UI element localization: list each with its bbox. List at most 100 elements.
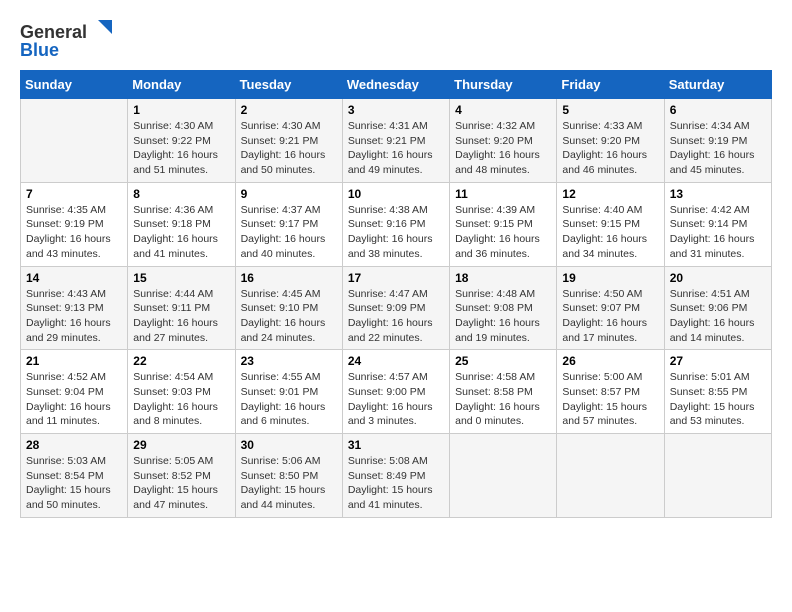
calendar-week-row: 1 Sunrise: 4:30 AMSunset: 9:22 PMDaylight… <box>21 99 772 183</box>
day-info: Sunrise: 4:42 AMSunset: 9:14 PMDaylight:… <box>670 203 766 262</box>
svg-text:Blue: Blue <box>20 40 59 60</box>
weekday-header-saturday: Saturday <box>664 71 771 99</box>
day-info: Sunrise: 4:54 AMSunset: 9:03 PMDaylight:… <box>133 370 229 429</box>
calendar-cell: 19 Sunrise: 4:50 AMSunset: 9:07 PMDayligh… <box>557 266 664 350</box>
day-info: Sunrise: 4:33 AMSunset: 9:20 PMDaylight:… <box>562 119 658 178</box>
day-number: 31 <box>348 438 444 452</box>
calendar-table: SundayMondayTuesdayWednesdayThursdayFrid… <box>20 70 772 518</box>
day-info: Sunrise: 4:50 AMSunset: 9:07 PMDaylight:… <box>562 287 658 346</box>
calendar-cell: 5 Sunrise: 4:33 AMSunset: 9:20 PMDaylight… <box>557 99 664 183</box>
day-info: Sunrise: 4:38 AMSunset: 9:16 PMDaylight:… <box>348 203 444 262</box>
day-number: 5 <box>562 103 658 117</box>
day-number: 6 <box>670 103 766 117</box>
day-number: 3 <box>348 103 444 117</box>
calendar-cell <box>21 99 128 183</box>
day-number: 14 <box>26 271 122 285</box>
calendar-cell: 27 Sunrise: 5:01 AMSunset: 8:55 PMDayligh… <box>664 350 771 434</box>
day-number: 2 <box>241 103 337 117</box>
day-number: 7 <box>26 187 122 201</box>
day-info: Sunrise: 4:30 AMSunset: 9:22 PMDaylight:… <box>133 119 229 178</box>
day-info: Sunrise: 5:06 AMSunset: 8:50 PMDaylight:… <box>241 454 337 513</box>
calendar-cell: 12Sunrise: 4:40 AMSunset: 9:15 PMDayligh… <box>557 182 664 266</box>
day-info: Sunrise: 4:39 AMSunset: 9:15 PMDaylight:… <box>455 203 551 262</box>
day-info: Sunrise: 4:35 AMSunset: 9:19 PMDaylight:… <box>26 203 122 262</box>
day-number: 1 <box>133 103 229 117</box>
weekday-header-thursday: Thursday <box>450 71 557 99</box>
calendar-cell: 7 Sunrise: 4:35 AMSunset: 9:19 PMDaylight… <box>21 182 128 266</box>
calendar-cell: 23 Sunrise: 4:55 AMSunset: 9:01 PMDayligh… <box>235 350 342 434</box>
calendar-cell: 28 Sunrise: 5:03 AMSunset: 8:54 PMDayligh… <box>21 434 128 518</box>
day-number: 9 <box>241 187 337 201</box>
day-number: 18 <box>455 271 551 285</box>
weekday-header-tuesday: Tuesday <box>235 71 342 99</box>
calendar-cell <box>450 434 557 518</box>
day-number: 15 <box>133 271 229 285</box>
calendar-week-row: 21 Sunrise: 4:52 AMSunset: 9:04 PMDayligh… <box>21 350 772 434</box>
day-info: Sunrise: 4:47 AMSunset: 9:09 PMDaylight:… <box>348 287 444 346</box>
calendar-cell: 24 Sunrise: 4:57 AMSunset: 9:00 PMDayligh… <box>342 350 449 434</box>
calendar-cell: 14 Sunrise: 4:43 AMSunset: 9:13 PMDayligh… <box>21 266 128 350</box>
calendar-cell: 21 Sunrise: 4:52 AMSunset: 9:04 PMDayligh… <box>21 350 128 434</box>
day-number: 19 <box>562 271 658 285</box>
day-info: Sunrise: 4:34 AMSunset: 9:19 PMDaylight:… <box>670 119 766 178</box>
day-info: Sunrise: 4:55 AMSunset: 9:01 PMDaylight:… <box>241 370 337 429</box>
day-number: 24 <box>348 354 444 368</box>
day-info: Sunrise: 4:31 AMSunset: 9:21 PMDaylight:… <box>348 119 444 178</box>
calendar-cell: 20 Sunrise: 4:51 AMSunset: 9:06 PMDayligh… <box>664 266 771 350</box>
day-info: Sunrise: 4:48 AMSunset: 9:08 PMDaylight:… <box>455 287 551 346</box>
weekday-header-sunday: Sunday <box>21 71 128 99</box>
calendar-week-row: 14 Sunrise: 4:43 AMSunset: 9:13 PMDayligh… <box>21 266 772 350</box>
day-number: 22 <box>133 354 229 368</box>
calendar-cell <box>664 434 771 518</box>
day-info: Sunrise: 4:30 AMSunset: 9:21 PMDaylight:… <box>241 119 337 178</box>
day-number: 20 <box>670 271 766 285</box>
weekday-header-wednesday: Wednesday <box>342 71 449 99</box>
calendar-cell: 10Sunrise: 4:38 AMSunset: 9:16 PMDayligh… <box>342 182 449 266</box>
day-number: 17 <box>348 271 444 285</box>
day-number: 11 <box>455 187 551 201</box>
day-number: 21 <box>26 354 122 368</box>
day-info: Sunrise: 5:08 AMSunset: 8:49 PMDaylight:… <box>348 454 444 513</box>
day-number: 4 <box>455 103 551 117</box>
calendar-cell: 26 Sunrise: 5:00 AMSunset: 8:57 PMDayligh… <box>557 350 664 434</box>
day-number: 28 <box>26 438 122 452</box>
day-info: Sunrise: 5:05 AMSunset: 8:52 PMDaylight:… <box>133 454 229 513</box>
day-info: Sunrise: 4:58 AMSunset: 8:58 PMDaylight:… <box>455 370 551 429</box>
calendar-cell: 9Sunrise: 4:37 AMSunset: 9:17 PMDaylight… <box>235 182 342 266</box>
svg-text:General: General <box>20 22 87 42</box>
day-info: Sunrise: 5:00 AMSunset: 8:57 PMDaylight:… <box>562 370 658 429</box>
day-info: Sunrise: 5:03 AMSunset: 8:54 PMDaylight:… <box>26 454 122 513</box>
calendar-cell: 17 Sunrise: 4:47 AMSunset: 9:09 PMDayligh… <box>342 266 449 350</box>
day-number: 29 <box>133 438 229 452</box>
calendar-cell: 18 Sunrise: 4:48 AMSunset: 9:08 PMDayligh… <box>450 266 557 350</box>
calendar-cell: 1 Sunrise: 4:30 AMSunset: 9:22 PMDaylight… <box>128 99 235 183</box>
day-number: 23 <box>241 354 337 368</box>
calendar-cell: 31 Sunrise: 5:08 AMSunset: 8:49 PMDayligh… <box>342 434 449 518</box>
weekday-header-monday: Monday <box>128 71 235 99</box>
calendar-cell: 3 Sunrise: 4:31 AMSunset: 9:21 PMDaylight… <box>342 99 449 183</box>
calendar-cell: 11 Sunrise: 4:39 AMSunset: 9:15 PMDayligh… <box>450 182 557 266</box>
day-info: Sunrise: 4:32 AMSunset: 9:20 PMDaylight:… <box>455 119 551 178</box>
calendar-cell: 30Sunrise: 5:06 AMSunset: 8:50 PMDayligh… <box>235 434 342 518</box>
day-info: Sunrise: 4:43 AMSunset: 9:13 PMDaylight:… <box>26 287 122 346</box>
day-info: Sunrise: 4:40 AMSunset: 9:15 PMDaylight:… <box>562 203 658 262</box>
calendar-cell: 29 Sunrise: 5:05 AMSunset: 8:52 PMDayligh… <box>128 434 235 518</box>
calendar-cell: 25Sunrise: 4:58 AMSunset: 8:58 PMDayligh… <box>450 350 557 434</box>
calendar-cell: 16Sunrise: 4:45 AMSunset: 9:10 PMDayligh… <box>235 266 342 350</box>
day-number: 26 <box>562 354 658 368</box>
calendar-cell: 4 Sunrise: 4:32 AMSunset: 9:20 PMDaylight… <box>450 99 557 183</box>
day-number: 13 <box>670 187 766 201</box>
day-info: Sunrise: 5:01 AMSunset: 8:55 PMDaylight:… <box>670 370 766 429</box>
logo-icon: GeneralBlue <box>20 20 120 60</box>
logo: GeneralBlue <box>20 20 120 60</box>
calendar-cell: 6 Sunrise: 4:34 AMSunset: 9:19 PMDaylight… <box>664 99 771 183</box>
day-info: Sunrise: 4:51 AMSunset: 9:06 PMDaylight:… <box>670 287 766 346</box>
calendar-cell: 13 Sunrise: 4:42 AMSunset: 9:14 PMDayligh… <box>664 182 771 266</box>
calendar-cell: 15Sunrise: 4:44 AMSunset: 9:11 PMDayligh… <box>128 266 235 350</box>
day-info: Sunrise: 4:52 AMSunset: 9:04 PMDaylight:… <box>26 370 122 429</box>
day-number: 16 <box>241 271 337 285</box>
calendar-cell: 8Sunrise: 4:36 AMSunset: 9:18 PMDaylight… <box>128 182 235 266</box>
calendar-cell: 2 Sunrise: 4:30 AMSunset: 9:21 PMDaylight… <box>235 99 342 183</box>
day-info: Sunrise: 4:57 AMSunset: 9:00 PMDaylight:… <box>348 370 444 429</box>
day-number: 27 <box>670 354 766 368</box>
